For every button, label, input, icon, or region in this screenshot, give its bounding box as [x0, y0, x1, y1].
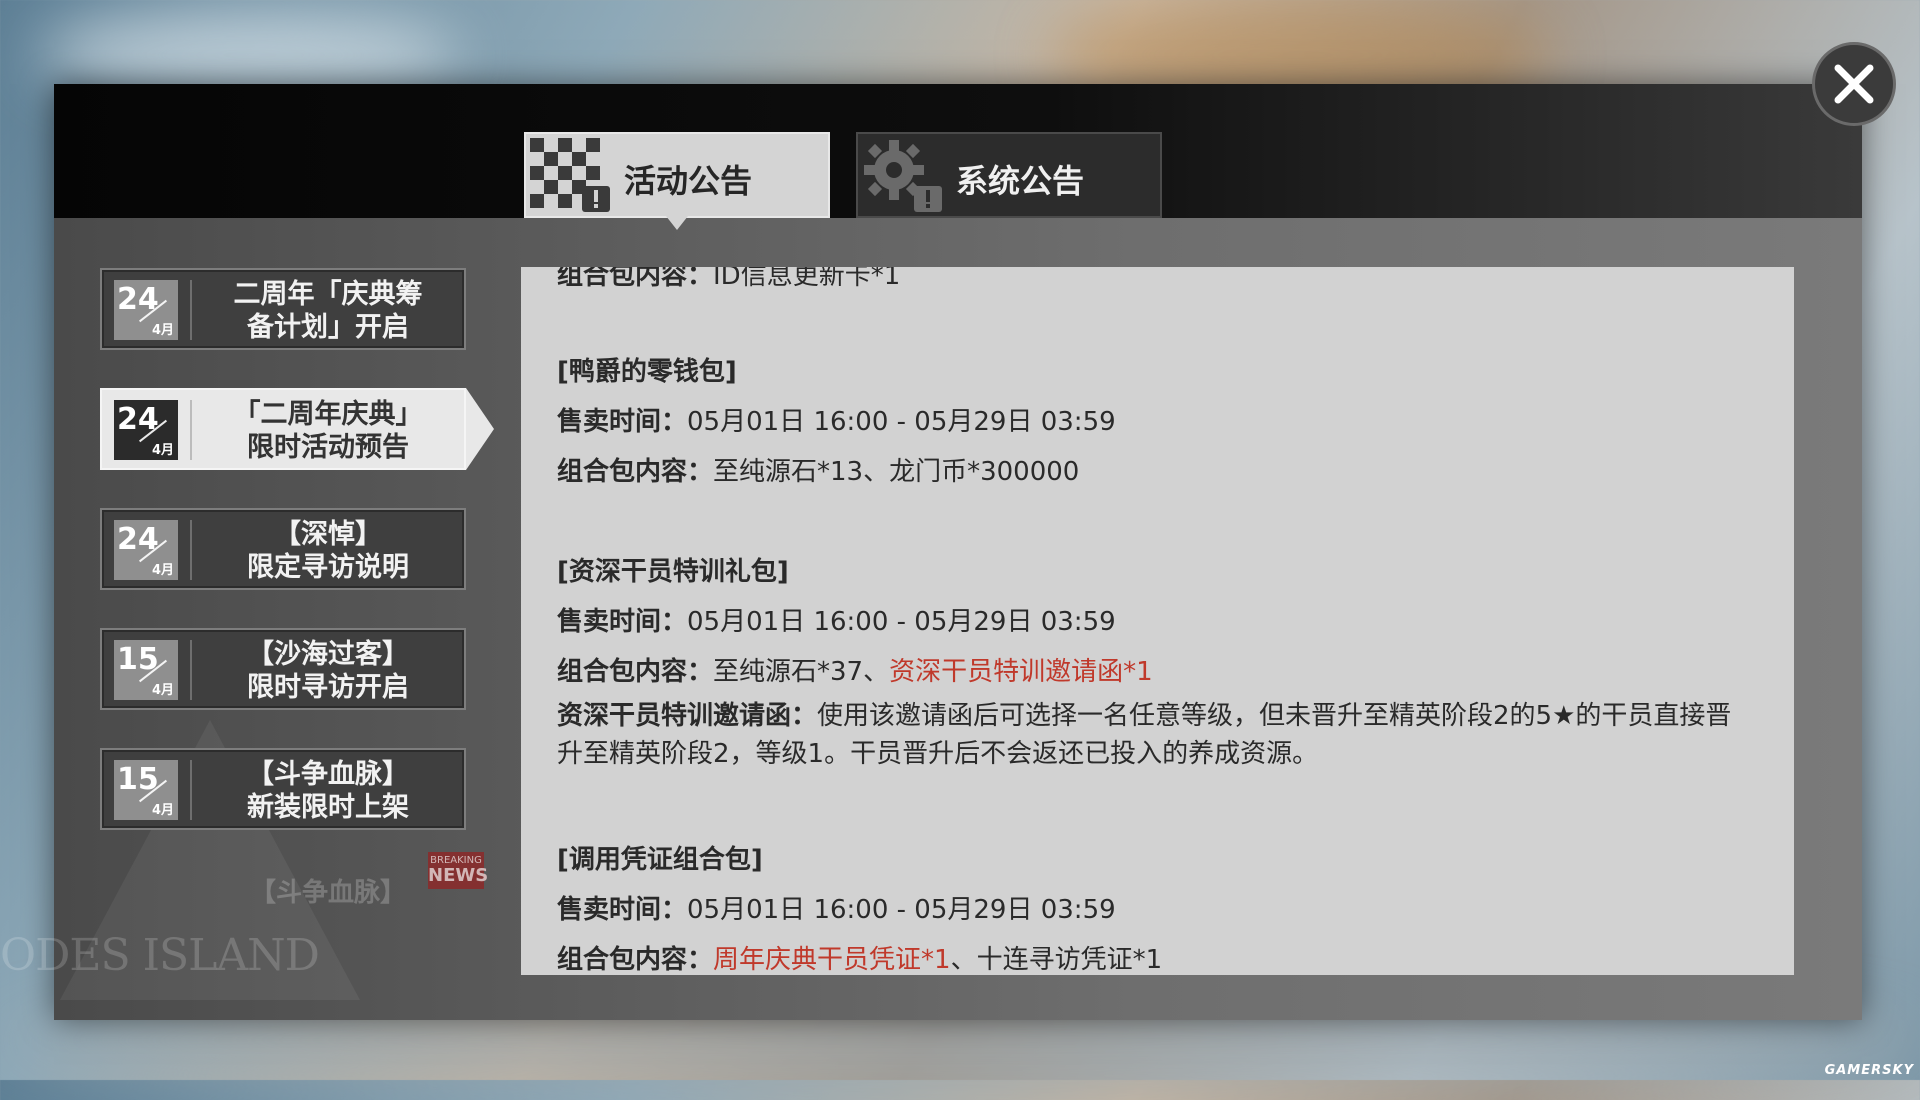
pack-content: 组合包内容：至纯源石*13、龙门币*300000	[557, 451, 1079, 488]
announcement-item[interactable]: 15 4月 【沙海过客】 限时寻访开启	[100, 628, 466, 710]
partially-visible-list-item: 【斗争血脉】	[250, 878, 407, 908]
date-month: 4月	[151, 443, 174, 458]
active-tab-pointer	[666, 216, 688, 230]
tab-system-label: 系统公告	[956, 162, 1085, 200]
pack-title: [调用凭证组合包]	[557, 845, 763, 875]
news-badge-bottom: NEWS	[428, 865, 489, 886]
content-label: 组合包内容：	[557, 267, 714, 291]
date-month: 4月	[151, 563, 174, 578]
divider	[190, 760, 192, 820]
pack-title: [资深干员特训礼包]	[557, 557, 789, 587]
date-badge: 24 4月	[114, 400, 178, 460]
date-month: 4月	[151, 683, 174, 698]
content-label: 组合包内容：	[557, 457, 714, 487]
divider	[190, 400, 192, 460]
announcement-title: 【深悼】 限定寻访说明	[247, 519, 409, 583]
content-value: 至纯源石*37、	[713, 657, 890, 687]
announcement-title: 【斗争血脉】 新装限时上架	[247, 759, 409, 823]
divider	[190, 280, 192, 340]
time-value: 05月01日 16:00 - 05月29日 03:59	[687, 607, 1116, 637]
tab-activity-label: 活动公告	[624, 162, 753, 200]
tab-activity-announcements[interactable]: 活动公告	[524, 132, 830, 218]
date-badge: 24 4月	[114, 520, 178, 580]
gear-icon	[860, 136, 946, 216]
divider	[190, 520, 192, 580]
announcement-item[interactable]: 24 4月 【深悼】 限定寻访说明	[100, 508, 466, 590]
announcement-item[interactable]: 15 4月 【斗争血脉】 新装限时上架	[100, 748, 466, 830]
breaking-news-badge: BREAKING NEWS	[428, 852, 489, 889]
announcement-title: 「二周年庆典」 限时活动预告	[233, 399, 423, 463]
announcement-item-selected[interactable]: 24 4月 「二周年庆典」 限时活动预告	[100, 388, 494, 470]
date-month: 4月	[151, 803, 174, 818]
pack-title: [鸭爵的零钱包]	[557, 357, 737, 387]
time-label: 售卖时间：	[557, 407, 688, 437]
desc-label: 资深干员特训邀请函：	[557, 701, 818, 731]
gamersky-watermark: GAMERSKY	[1824, 1063, 1914, 1078]
date-badge: 24 4月	[114, 280, 178, 340]
date-month: 4月	[151, 323, 174, 338]
pack-content: 组合包内容：周年庆典干员凭证*1、十连寻访凭证*1	[557, 939, 1162, 975]
cut-line: 组合包内容：ID信息更新卡*1	[557, 267, 900, 292]
sale-time: 售卖时间：05月01日 16:00 - 05月29日 03:59	[557, 889, 1116, 926]
content-label: 组合包内容：	[557, 945, 714, 975]
date-badge: 15 4月	[114, 640, 178, 700]
date-badge: 15 4月	[114, 760, 178, 820]
divider	[190, 640, 192, 700]
highlight-item: 资深干员特训邀请函*1	[889, 657, 1153, 687]
sale-time: 售卖时间：05月01日 16:00 - 05月29日 03:59	[557, 601, 1116, 638]
pack-content: 组合包内容：至纯源石*37、资深干员特训邀请函*1	[557, 651, 1153, 688]
content-value: 、十连寻访凭证*1	[950, 945, 1163, 975]
checkered-flag-icon	[528, 136, 614, 216]
rhodes-island-logo: ODES ISLAND	[0, 930, 320, 981]
announcement-item[interactable]: 24 4月 二周年「庆典筹 备计划」开启	[100, 268, 466, 350]
announcement-content[interactable]: 组合包内容：ID信息更新卡*1 [鸭爵的零钱包] 售卖时间：05月01日 16:…	[521, 267, 1794, 975]
item-description: 资深干员特训邀请函：使用该邀请函后可选择一名任意等级，但未晋升至精英阶段2的5★…	[557, 697, 1757, 773]
close-icon	[1834, 64, 1874, 104]
announcement-title: 二周年「庆典筹 备计划」开启	[233, 279, 423, 343]
close-button[interactable]	[1812, 42, 1896, 126]
content-value: 至纯源石*13、龙门币*300000	[713, 457, 1080, 487]
highlight-item: 周年庆典干员凭证*1	[713, 945, 951, 975]
content-label: 组合包内容：	[557, 657, 714, 687]
content-value: ID信息更新卡*1	[713, 267, 901, 291]
time-label: 售卖时间：	[557, 607, 688, 637]
time-value: 05月01日 16:00 - 05月29日 03:59	[687, 407, 1116, 437]
time-label: 售卖时间：	[557, 895, 688, 925]
time-value: 05月01日 16:00 - 05月29日 03:59	[687, 895, 1116, 925]
announcement-title: 【沙海过客】 限时寻访开启	[247, 639, 409, 703]
sale-time: 售卖时间：05月01日 16:00 - 05月29日 03:59	[557, 401, 1116, 438]
tab-system-announcements[interactable]: 系统公告	[856, 132, 1162, 218]
